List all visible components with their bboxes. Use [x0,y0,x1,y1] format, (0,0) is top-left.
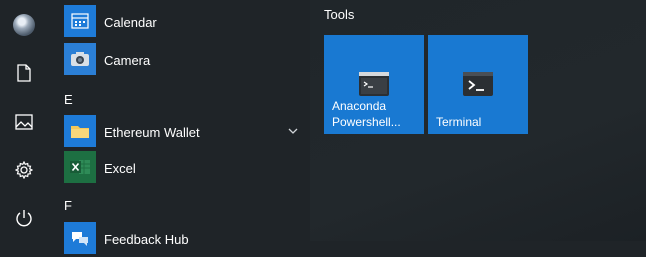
power-icon [16,210,32,227]
calendar-icon [64,5,96,37]
app-item-calendar[interactable]: Calendar [48,2,310,40]
app-label: Feedback Hub [104,232,189,247]
letter-header-e[interactable]: E [64,92,73,107]
app-label: Calendar [104,15,157,30]
start-left-rail [0,0,48,241]
app-item-camera[interactable]: Camera [48,40,310,78]
settings-icon [15,161,33,179]
tile-anaconda-powershell[interactable]: Anaconda Powershell... [324,35,424,134]
app-item-excel[interactable]: Excel [48,148,310,186]
anaconda-powershell-icon [359,72,389,96]
app-label: Ethereum Wallet [104,125,200,140]
power-button[interactable] [0,194,48,242]
terminal-icon [463,72,493,96]
letter-header-f[interactable]: F [64,198,72,213]
app-item-feedback-hub[interactable]: Feedback Hub [48,219,310,257]
documents-button[interactable] [0,49,48,97]
app-label: Camera [104,53,151,68]
chevron-down-icon[interactable] [286,124,300,138]
tile-label: Terminal [436,115,482,129]
pictures-icon [15,114,33,130]
user-avatar [13,14,35,36]
tile-group-title[interactable]: Tools [324,7,354,22]
tile-terminal[interactable]: Terminal [428,35,528,134]
app-item-ethereum-wallet[interactable]: Ethereum Wallet [48,112,310,150]
feedback-hub-icon [64,222,96,254]
excel-icon [64,151,96,183]
pictures-button[interactable] [0,98,48,146]
documents-icon [17,64,31,82]
folder-icon [64,115,96,147]
settings-button[interactable] [0,146,48,194]
app-label: Excel [104,161,136,176]
user-account-button[interactable] [0,1,48,49]
tile-label: Anaconda Powershell... [332,99,401,129]
camera-icon [64,43,96,75]
app-list: Calendar Camera E Ethereum Wallet Excel … [48,0,310,254]
